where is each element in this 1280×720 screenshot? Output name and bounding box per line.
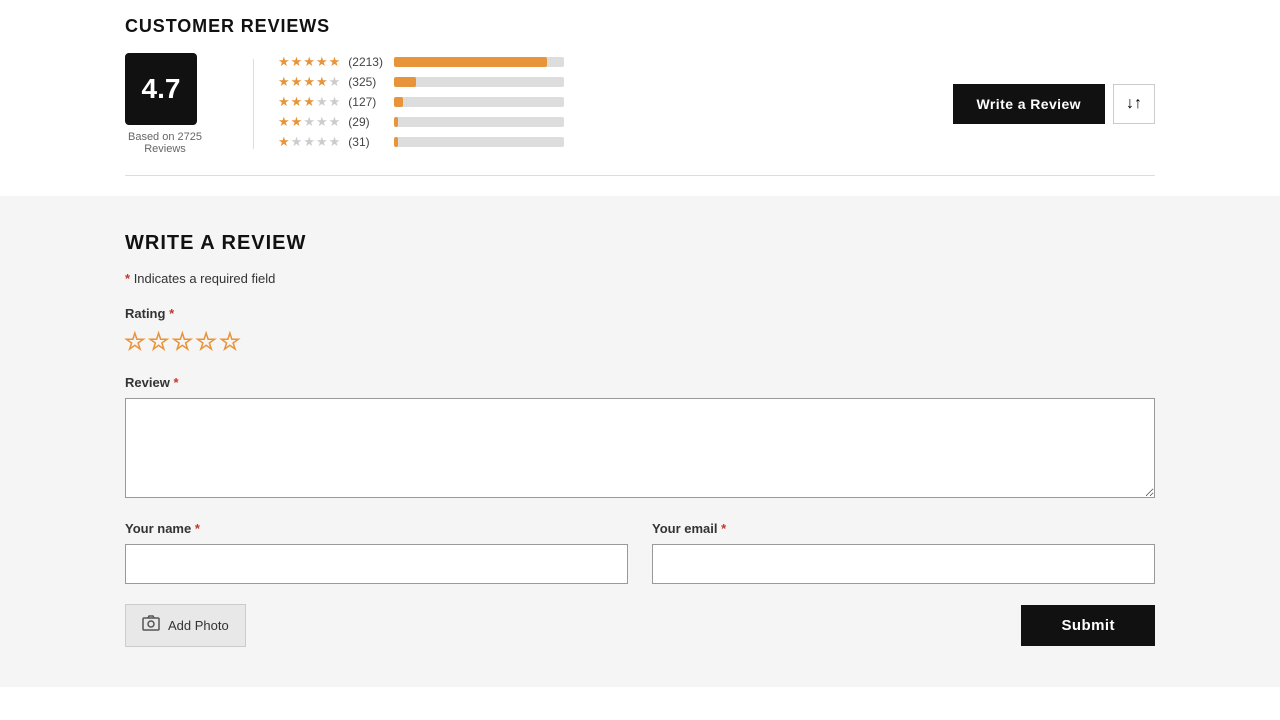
- vertical-divider: [253, 59, 254, 149]
- star-5-empty: ★: [329, 134, 341, 150]
- page-wrapper: CUSTOMER REVIEWS 4.7 Based on 2725 Revie…: [0, 0, 1280, 687]
- star-5-empty: ★: [329, 94, 341, 110]
- star-4-empty: ★: [316, 114, 328, 130]
- email-input[interactable]: [652, 544, 1155, 584]
- rating-bars: ★ ★ ★ ★ ★ (2213) ★ ★: [278, 54, 953, 154]
- form-actions: Add Photo Submit: [125, 604, 1155, 647]
- count-5: (2213): [348, 55, 386, 69]
- name-group: Your name *: [125, 521, 628, 584]
- bar-row-4: ★ ★ ★ ★ ★ (325): [278, 74, 953, 90]
- review-textarea[interactable]: [125, 398, 1155, 498]
- star-3: ★: [303, 74, 315, 90]
- bar-track-5: [394, 57, 564, 67]
- star-4-empty: ★: [316, 94, 328, 110]
- stars-4: ★ ★ ★ ★ ★: [278, 74, 340, 90]
- star-3-empty: ★: [303, 134, 315, 150]
- section-title: CUSTOMER REVIEWS: [125, 16, 1155, 37]
- bar-row-5: ★ ★ ★ ★ ★ (2213): [278, 54, 953, 70]
- bar-track-2: [394, 117, 564, 127]
- write-review-section: WRITE A REVIEW * Indicates a required fi…: [0, 196, 1280, 687]
- rating-group: Rating * ★ ★ ★ ★ ★: [125, 306, 1155, 355]
- review-required-asterisk: *: [173, 375, 178, 390]
- bar-fill-2: [394, 117, 397, 127]
- star-2: ★: [291, 114, 303, 130]
- star-3-empty: ★: [303, 114, 315, 130]
- review-label-text: Review: [125, 375, 170, 390]
- rating-score: 4.7: [125, 53, 197, 125]
- reviews-summary: 4.7 Based on 2725 Reviews ★ ★ ★ ★ ★ (221…: [125, 53, 1155, 155]
- star-1: ★: [278, 94, 290, 110]
- star-5: ★: [329, 54, 341, 70]
- rating-label-text: Rating: [125, 306, 165, 321]
- star-5-empty: ★: [329, 74, 341, 90]
- star-input-4[interactable]: ★: [196, 329, 216, 355]
- name-input[interactable]: [125, 544, 628, 584]
- star-1: ★: [278, 74, 290, 90]
- bar-row-2: ★ ★ ★ ★ ★ (29): [278, 114, 953, 130]
- based-on-text: Based on 2725 Reviews: [125, 131, 205, 155]
- section-divider: [125, 175, 1155, 176]
- count-4: (325): [348, 75, 386, 89]
- bar-fill-5: [394, 57, 547, 67]
- rating-label: Rating *: [125, 306, 1155, 321]
- star-3: ★: [303, 94, 315, 110]
- star-input-5[interactable]: ★: [220, 329, 240, 355]
- name-required-asterisk: *: [195, 521, 200, 536]
- email-group: Your email *: [652, 521, 1155, 584]
- star-1: ★: [278, 54, 290, 70]
- name-email-row: Your name * Your email *: [125, 521, 1155, 584]
- count-3: (127): [348, 95, 386, 109]
- write-review-button[interactable]: Write a Review: [953, 84, 1105, 124]
- star-1: ★: [278, 134, 290, 150]
- stars-5: ★ ★ ★ ★ ★: [278, 54, 340, 70]
- star-input-1[interactable]: ★: [125, 329, 145, 355]
- star-1: ★: [278, 114, 290, 130]
- review-label: Review *: [125, 375, 1155, 390]
- star-2: ★: [291, 94, 303, 110]
- bar-row-3: ★ ★ ★ ★ ★ (127): [278, 94, 953, 110]
- write-review-area: Write a Review ↓↑: [953, 84, 1155, 124]
- bar-row-1: ★ ★ ★ ★ ★ (31): [278, 134, 953, 150]
- sort-button[interactable]: ↓↑: [1113, 84, 1155, 124]
- bar-track-1: [394, 137, 564, 147]
- star-input-3[interactable]: ★: [172, 329, 192, 355]
- reviews-header: CUSTOMER REVIEWS 4.7 Based on 2725 Revie…: [0, 0, 1280, 155]
- required-note-text: Indicates a required field: [134, 271, 276, 286]
- add-photo-button[interactable]: Add Photo: [125, 604, 246, 647]
- email-required-asterisk: *: [721, 521, 726, 536]
- star-4: ★: [316, 54, 328, 70]
- bar-fill-1: [394, 137, 397, 147]
- name-label-text: Your name: [125, 521, 191, 536]
- star-input-2[interactable]: ★: [149, 329, 169, 355]
- form-title: WRITE A REVIEW: [125, 232, 1155, 255]
- email-label: Your email *: [652, 521, 1155, 536]
- asterisk-required: *: [125, 271, 130, 286]
- required-note: * Indicates a required field: [125, 271, 1155, 286]
- star-2: ★: [291, 74, 303, 90]
- bar-fill-3: [394, 97, 403, 107]
- submit-button[interactable]: Submit: [1021, 605, 1155, 646]
- star-3: ★: [303, 54, 315, 70]
- count-2: (29): [348, 115, 386, 129]
- email-label-text: Your email: [652, 521, 718, 536]
- rating-required-asterisk: *: [169, 306, 174, 321]
- review-group: Review *: [125, 375, 1155, 501]
- star-4-empty: ★: [316, 134, 328, 150]
- bar-track-3: [394, 97, 564, 107]
- star-rating-input[interactable]: ★ ★ ★ ★ ★: [125, 329, 1155, 355]
- stars-3: ★ ★ ★ ★ ★: [278, 94, 340, 110]
- stars-2: ★ ★ ★ ★ ★: [278, 114, 340, 130]
- star-4: ★: [316, 74, 328, 90]
- star-5-empty: ★: [329, 114, 341, 130]
- star-2-empty: ★: [291, 134, 303, 150]
- bar-track-4: [394, 77, 564, 87]
- count-1: (31): [348, 135, 386, 149]
- name-label: Your name *: [125, 521, 628, 536]
- stars-1: ★ ★ ★ ★ ★: [278, 134, 340, 150]
- bar-fill-4: [394, 77, 416, 87]
- add-photo-icon: [142, 615, 160, 636]
- star-2: ★: [291, 54, 303, 70]
- add-photo-label: Add Photo: [168, 618, 229, 633]
- rating-meta: 4.7 Based on 2725 Reviews: [125, 53, 205, 155]
